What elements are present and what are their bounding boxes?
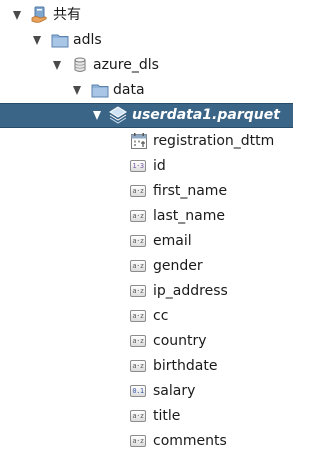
string-type-icon: a·z — [130, 185, 146, 197]
shared-folder-icon — [31, 6, 49, 24]
column-label: id — [153, 158, 166, 174]
column-registration-dttm[interactable]: registration_dttm — [0, 129, 293, 154]
string-type-icon: a·z — [130, 360, 146, 372]
collapse-arrow-icon[interactable] — [73, 86, 81, 95]
tree-node-label: userdata1.parquet — [132, 107, 280, 123]
tree-node-data[interactable]: data — [0, 78, 293, 103]
collapse-arrow-icon[interactable] — [93, 111, 101, 120]
string-type-icon: a·z — [130, 285, 146, 297]
string-type-icon: a·z — [130, 310, 146, 322]
column-label: title — [153, 408, 181, 424]
string-type-icon: a·z — [130, 435, 146, 447]
string-type-icon: a·z — [130, 210, 146, 222]
column-label: email — [153, 233, 192, 249]
column-label: gender — [153, 258, 203, 274]
timestamp-icon — [130, 132, 148, 150]
column-gender[interactable]: a·z gender — [0, 254, 293, 279]
column-label: cc — [153, 308, 169, 324]
column-email[interactable]: a·z email — [0, 229, 293, 254]
integer-type-icon: 1·3 — [130, 160, 146, 172]
tree-node-userdata1-parquet[interactable]: userdata1.parquet — [0, 103, 293, 128]
column-label: first_name — [153, 183, 228, 199]
data-tree: 共有 adls azure_dls data userdata1.parquet… — [0, 0, 293, 450]
string-type-icon: a·z — [130, 260, 146, 272]
column-cc[interactable]: a·z cc — [0, 304, 293, 329]
decimal-type-icon: 0.1 — [130, 385, 146, 397]
tree-node-label: data — [113, 82, 145, 98]
tree-node-azure-dls[interactable]: azure_dls — [0, 53, 293, 78]
tree-node-label: azure_dls — [93, 57, 159, 73]
string-type-icon: a·z — [130, 235, 146, 247]
tree-node-adls[interactable]: adls — [0, 28, 293, 53]
column-country[interactable]: a·z country — [0, 329, 293, 354]
tree-node-shared[interactable]: 共有 — [0, 3, 293, 28]
column-salary[interactable]: 0.1 salary — [0, 379, 293, 404]
column-id[interactable]: 1·3 id — [0, 154, 293, 179]
collapse-arrow-icon[interactable] — [33, 36, 41, 45]
database-icon — [71, 56, 89, 74]
collapse-arrow-icon[interactable] — [53, 61, 61, 70]
column-last-name[interactable]: a·z last_name — [0, 204, 293, 229]
column-ip-address[interactable]: a·z ip_address — [0, 279, 293, 304]
string-type-icon: a·z — [130, 410, 146, 422]
column-birthdate[interactable]: a·z birthdate — [0, 354, 293, 379]
column-label: country — [153, 333, 207, 349]
dataset-icon — [109, 106, 127, 124]
string-type-icon: a·z — [130, 335, 146, 347]
column-first-name[interactable]: a·z first_name — [0, 179, 293, 204]
column-label: ip_address — [153, 283, 228, 299]
column-title[interactable]: a·z title — [0, 404, 293, 429]
column-label: salary — [153, 383, 196, 399]
folder-icon — [51, 31, 69, 49]
collapse-arrow-icon[interactable] — [13, 11, 21, 20]
column-label: registration_dttm — [153, 133, 275, 149]
column-comments[interactable]: a·z comments — [0, 429, 293, 454]
folder-icon — [91, 81, 109, 99]
column-label: birthdate — [153, 358, 218, 374]
column-label: last_name — [153, 208, 225, 224]
tree-node-label: 共有 — [53, 7, 81, 23]
tree-node-label: adls — [73, 32, 102, 48]
column-label: comments — [153, 433, 227, 449]
